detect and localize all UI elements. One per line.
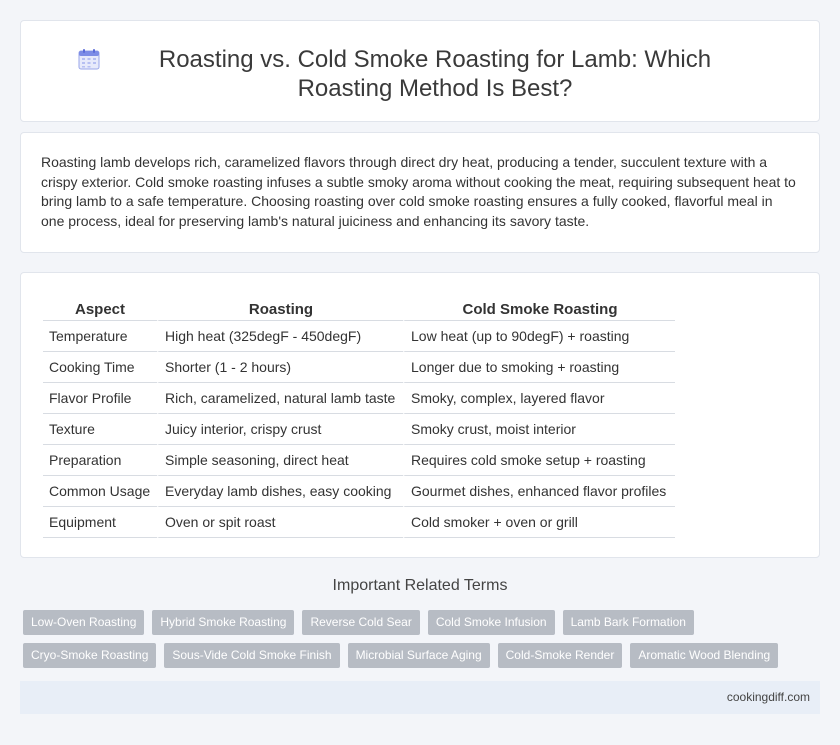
table-cell: Flavor Profile [43,383,157,414]
comparison-table: Aspect Roasting Cold Smoke Roasting Temp… [43,295,675,538]
related-term-tag[interactable]: Reverse Cold Sear [302,610,420,635]
column-header-roasting: Roasting [157,295,403,321]
table-cell: Juicy interior, crispy crust [157,414,403,445]
related-term-tag[interactable]: Lamb Bark Formation [562,610,694,635]
table-cell: Shorter (1 - 2 hours) [157,352,403,383]
table-cell: Equipment [43,507,157,538]
intro-paragraph: Roasting lamb develops rich, caramelized… [41,154,796,229]
related-term-tag[interactable]: Low-Oven Roasting [23,610,145,635]
footer: cookingdiff.com [20,681,820,714]
related-terms-list: Low-Oven Roasting Hybrid Smoke Roasting … [23,610,823,668]
table-cell: Texture [43,414,157,445]
related-term-tag[interactable]: Cryo-Smoke Roasting [23,643,157,668]
related-terms-heading: Important Related Terms [332,577,508,594]
table-cell: Gourmet dishes, enhanced flavor profiles [403,476,675,507]
table-cell: Common Usage [43,476,157,507]
comparison-card: Aspect Roasting Cold Smoke Roasting Temp… [20,272,820,558]
related-term-tag[interactable]: Cold Smoke Infusion [427,610,555,635]
page-title: Roasting vs. Cold Smoke Roasting for Lam… [158,46,712,102]
related-term-tag[interactable]: Aromatic Wood Blending [630,643,779,668]
column-header-cold-smoke: Cold Smoke Roasting [403,295,675,321]
related-term-tag[interactable]: Cold-Smoke Render [497,643,623,668]
table-cell: Requires cold smoke setup + roasting [403,445,675,476]
related-term-tag[interactable]: Sous-Vide Cold Smoke Finish [164,643,340,668]
table-cell: Low heat (up to 90degF) + roasting [403,321,675,352]
table-cell: Smoky, complex, layered flavor [403,383,675,414]
table-cell: Longer due to smoking + roasting [403,352,675,383]
table-header-row: Aspect Roasting Cold Smoke Roasting [43,295,675,321]
table-cell: Oven or spit roast [157,507,403,538]
table-row: Temperature High heat (325degF - 450degF… [43,321,675,352]
table-row: Common Usage Everyday lamb dishes, easy … [43,476,675,507]
table-cell: Everyday lamb dishes, easy cooking [157,476,403,507]
table-row: Preparation Simple seasoning, direct hea… [43,445,675,476]
table-row: Flavor Profile Rich, caramelized, natura… [43,383,675,414]
table-cell: Cooking Time [43,352,157,383]
table-cell: Simple seasoning, direct heat [157,445,403,476]
title-card: Roasting vs. Cold Smoke Roasting for Lam… [20,20,820,122]
table-row: Equipment Oven or spit roast Cold smoker… [43,507,675,538]
intro-card: Roasting lamb develops rich, caramelized… [20,132,820,253]
footer-site-link[interactable]: cookingdiff.com [727,690,810,704]
column-header-aspect: Aspect [43,295,157,321]
table-row: Cooking Time Shorter (1 - 2 hours) Longe… [43,352,675,383]
table-cell: Cold smoker + oven or grill [403,507,675,538]
table-cell: High heat (325degF - 450degF) [157,321,403,352]
table-cell: Rich, caramelized, natural lamb taste [157,383,403,414]
table-cell: Temperature [43,321,157,352]
related-term-tag[interactable]: Hybrid Smoke Roasting [152,610,295,635]
table-cell: Smoky crust, moist interior [403,414,675,445]
table-cell: Preparation [43,445,157,476]
table-row: Texture Juicy interior, crispy crust Smo… [43,414,675,445]
related-term-tag[interactable]: Microbial Surface Aging [347,643,490,668]
